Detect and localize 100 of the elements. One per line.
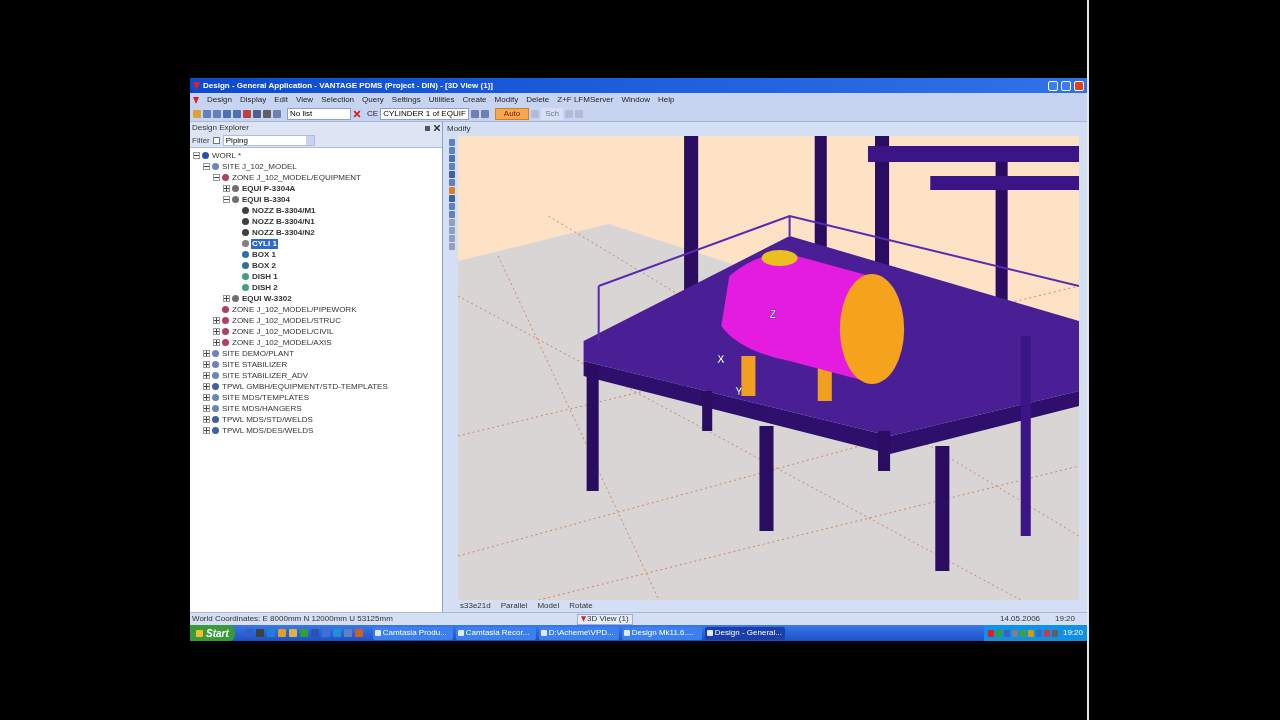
expander-toggle[interactable]: [213, 339, 220, 346]
expander-toggle[interactable]: [203, 416, 210, 423]
expander-toggle[interactable]: [223, 185, 230, 192]
tree-item[interactable]: TPWL MDS/DES/WELDS: [221, 425, 315, 436]
time-text: 19:20: [1055, 613, 1077, 625]
ce-label: CE: [367, 108, 379, 120]
taskbar-button[interactable]: Camtasia Recor...: [455, 626, 536, 640]
filter-label: Filter: [192, 134, 210, 147]
tree-item[interactable]: ZONE J_102_MODEL/AXIS: [231, 337, 333, 348]
taskbar-button[interactable]: Design - General...: [704, 626, 785, 640]
clear-icon[interactable]: [353, 110, 361, 118]
clock-text: 19:20: [1062, 627, 1083, 639]
menu-item[interactable]: View: [295, 94, 314, 106]
view-status-text: Model: [537, 600, 560, 612]
tree-item[interactable]: TPWL GMBH/EQUIPMENT/STD-TEMPLATES: [221, 381, 389, 392]
tree-item[interactable]: NOZZ B-3304/N1: [251, 216, 316, 227]
expander-toggle[interactable]: [223, 196, 230, 203]
menu-item[interactable]: Create: [462, 94, 487, 106]
menu-item[interactable]: Z+F LFMServer: [557, 94, 614, 106]
close-button[interactable]: [1074, 80, 1084, 91]
world-icon: [202, 152, 209, 159]
menu-item[interactable]: Edit: [274, 94, 288, 106]
close-icon[interactable]: [434, 125, 440, 131]
tree-item[interactable]: ZONE J_102_MODEL/EQUIPMENT: [231, 172, 362, 183]
expander-toggle[interactable]: [203, 394, 210, 401]
ce-combo[interactable]: CYLINDER 1 of EQUIF: [380, 108, 469, 120]
tree-item[interactable]: SITE DEMO/PLANT: [221, 348, 295, 359]
tree-item[interactable]: SITE MDS/HANGERS: [221, 403, 303, 414]
coordinates-text: World Coordinates: E 8000mm N 12000mm U 53125mm: [192, 613, 394, 625]
list-combo[interactable]: No list: [287, 108, 351, 120]
tree-item[interactable]: CYLI 1: [251, 238, 278, 249]
pin-icon[interactable]: [425, 125, 430, 131]
tree-item[interactable]: SITE STABILIZER_ADV: [221, 370, 310, 381]
menu-item[interactable]: Query: [362, 94, 384, 106]
menu-item[interactable]: Settings: [391, 94, 421, 106]
expander-toggle[interactable]: [213, 317, 220, 324]
tree-item[interactable]: NOZZ B-3304/M1: [251, 205, 317, 216]
view-tab[interactable]: 3D View (1): [577, 613, 633, 625]
view-status-text: s33e21d: [460, 600, 491, 612]
view-title: Modify: [447, 123, 471, 135]
expander-toggle[interactable]: [203, 361, 210, 368]
window-title: Design - General Application - VANTAGE PDMS (Project - DIN) - [3D View (1)]: [203, 79, 494, 92]
expander-toggle[interactable]: [193, 152, 200, 159]
forward-icon[interactable]: [480, 110, 489, 118]
menu-item[interactable]: Utilities: [428, 94, 455, 106]
menu-item[interactable]: Design: [207, 94, 232, 106]
expander-toggle[interactable]: [203, 383, 210, 390]
menu-item[interactable]: Window: [621, 94, 650, 106]
cyli-icon: [242, 240, 249, 247]
tree-item[interactable]: WORL *: [211, 150, 243, 161]
tree-item[interactable]: SITE J_102_MODEL: [221, 161, 298, 172]
axis-label: X: [717, 353, 725, 365]
tree-item[interactable]: EQUI P-3304A: [241, 183, 297, 194]
tree-item[interactable]: DISH 1: [251, 271, 279, 282]
expander-toggle[interactable]: [203, 405, 210, 412]
expander-toggle[interactable]: [213, 328, 220, 335]
maximize-button[interactable]: [1061, 80, 1071, 91]
tree-item[interactable]: ZONE J_102_MODEL/STRUC: [231, 315, 342, 326]
expander-toggle[interactable]: [203, 350, 210, 357]
view-status-text: Parallel: [500, 600, 528, 612]
tree-item[interactable]: TPWL MDS/STD/WELDS: [221, 414, 314, 425]
tree-item[interactable]: DISH 2: [251, 282, 279, 293]
menu-item[interactable]: Display: [239, 94, 267, 106]
panel-title: Design Explorer: [192, 122, 250, 134]
axis-label: Z: [769, 308, 777, 320]
tree-item[interactable]: ZONE J_102_MODEL/CIVIL: [231, 326, 335, 337]
expander-toggle[interactable]: [203, 163, 210, 170]
tree-item[interactable]: SITE STABILIZER: [221, 359, 289, 370]
menu-item[interactable]: Help: [657, 94, 675, 106]
tree-item[interactable]: BOX 1: [251, 249, 277, 260]
minimize-button[interactable]: [1048, 80, 1058, 91]
tpwl-icon: [212, 383, 219, 390]
filter-select[interactable]: Piping: [222, 135, 315, 146]
taskbar-button[interactable]: D:\Acheme\VPD...: [538, 626, 619, 640]
tree-item[interactable]: BOX 2: [251, 260, 277, 271]
site-icon: [212, 163, 219, 170]
expander-toggle[interactable]: [223, 295, 230, 302]
menu-item[interactable]: Modify: [494, 94, 519, 106]
tree-item[interactable]: SITE MDS/TEMPLATES: [221, 392, 310, 403]
tree-item[interactable]: NOZZ B-3304/N2: [251, 227, 316, 238]
equi-icon: [232, 295, 239, 302]
start-button[interactable]: Start: [190, 625, 235, 641]
view-status-text: Rotate: [569, 600, 593, 612]
menu-item[interactable]: Delete: [526, 94, 550, 106]
tree-item[interactable]: EQUI W-3302: [241, 293, 293, 304]
auto-button[interactable]: Auto: [494, 108, 530, 120]
zone-icon: [222, 174, 229, 181]
back-icon[interactable]: [470, 110, 479, 118]
expander-toggle[interactable]: [213, 174, 220, 181]
taskbar-button[interactable]: Design Mk11.6....: [621, 626, 702, 640]
tree-item[interactable]: ZONE J_102_MODEL/PIPEWORK: [231, 304, 358, 315]
expander-toggle[interactable]: [203, 427, 210, 434]
tree-item[interactable]: EQUI B-3304: [241, 194, 292, 205]
taskbar-button[interactable]: Camtasia Produ...: [372, 626, 453, 640]
menu-item[interactable]: Selection: [321, 94, 355, 106]
expander-toggle[interactable]: [203, 372, 210, 379]
box-icon: [242, 251, 249, 258]
date-text: 14.05.2006: [1000, 613, 1042, 625]
app-logo-icon: [581, 616, 586, 622]
filter-checkbox[interactable]: [212, 137, 220, 144]
